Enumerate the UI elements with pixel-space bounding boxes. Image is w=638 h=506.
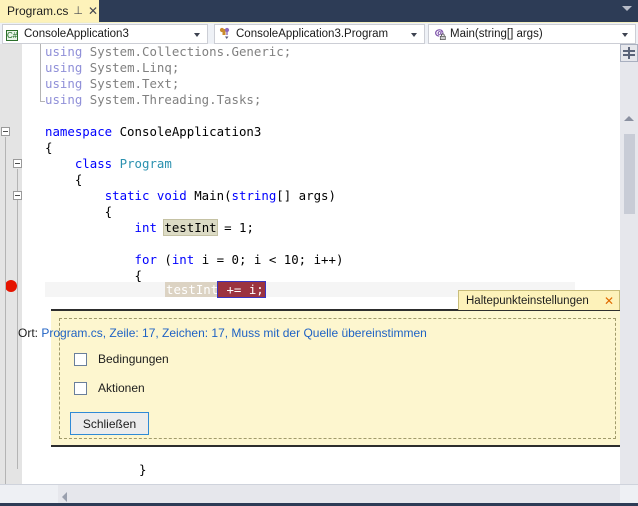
scroll-up-icon[interactable] [624,116,634,121]
breakpoint-gutter[interactable] [0,44,22,484]
conditions-label: Bedingungen [98,352,169,366]
breakpoint-settings-title-bar: Haltepunkteinstellungen ✕ [458,290,620,310]
scroll-left-icon[interactable] [62,492,67,502]
chevron-down-icon[interactable] [194,33,200,37]
csharp-project-icon: C# [6,30,19,41]
breakpoint-location-link[interactable]: Program.cs, Zeile: 17, Zeichen: 17, Muss… [41,326,427,340]
outlining-margin[interactable] [22,44,45,484]
project-dropdown[interactable]: C# ConsoleApplication3 [2,24,208,44]
close-button[interactable]: Schließen [70,412,149,435]
tab-label: Program.cs [7,4,69,18]
fold-toggle-namespace[interactable] [1,127,10,136]
scroll-thumb[interactable] [624,134,635,214]
actions-checkbox[interactable] [74,381,87,395]
member-dropdown[interactable]: Main(string[] args) [428,24,636,44]
code-line: } [139,462,146,478]
actions-label: Aktionen [98,381,145,395]
split-view-icon[interactable] [620,44,638,62]
breakpoint-dot-icon[interactable] [5,280,17,292]
document-tab-program-cs[interactable]: Program.cs ⊥ ✕ [0,0,99,22]
visual-studio-editor-window: Program.cs ⊥ ✕ C# ConsoleApplication3 Co… [0,0,638,506]
vertical-scrollbar[interactable] [620,44,638,484]
breakpoint-location-label: Ort: [18,326,38,340]
type-dropdown[interactable]: ConsoleApplication3.Program [214,24,425,44]
conditions-checkbox[interactable] [74,352,87,366]
breakpoint-location-text: Ort: Program.cs, Zeile: 17, Zeichen: 17,… [18,326,427,340]
breakpoint-settings-title: Haltepunkteinstellungen [466,294,589,307]
chevron-down-icon[interactable] [622,6,632,11]
class-icon [218,27,233,41]
fold-toggle-class[interactable] [13,159,22,168]
actions-row[interactable]: Aktionen [74,381,145,395]
outlining-guide [5,137,6,484]
closing-brace: } [139,462,147,477]
method-private-icon [432,27,447,41]
conditions-row[interactable]: Bedingungen [74,352,169,366]
member-dropdown-value: Main(string[] args) [450,28,543,40]
close-icon[interactable]: ✕ [88,5,98,17]
navigation-bar: C# ConsoleApplication3 ConsoleApplicatio… [0,22,638,45]
outlining-guide [17,169,18,469]
chevron-down-icon[interactable] [411,33,417,37]
type-dropdown-value: ConsoleApplication3.Program [236,28,389,40]
fold-toggle-method[interactable] [13,191,22,200]
project-dropdown-value: ConsoleApplication3 [24,28,129,40]
close-icon[interactable]: ✕ [604,295,614,307]
pin-icon[interactable]: ⊥ [73,5,83,17]
chevron-down-icon[interactable] [622,33,628,37]
document-tab-strip: Program.cs ⊥ ✕ [0,0,638,22]
